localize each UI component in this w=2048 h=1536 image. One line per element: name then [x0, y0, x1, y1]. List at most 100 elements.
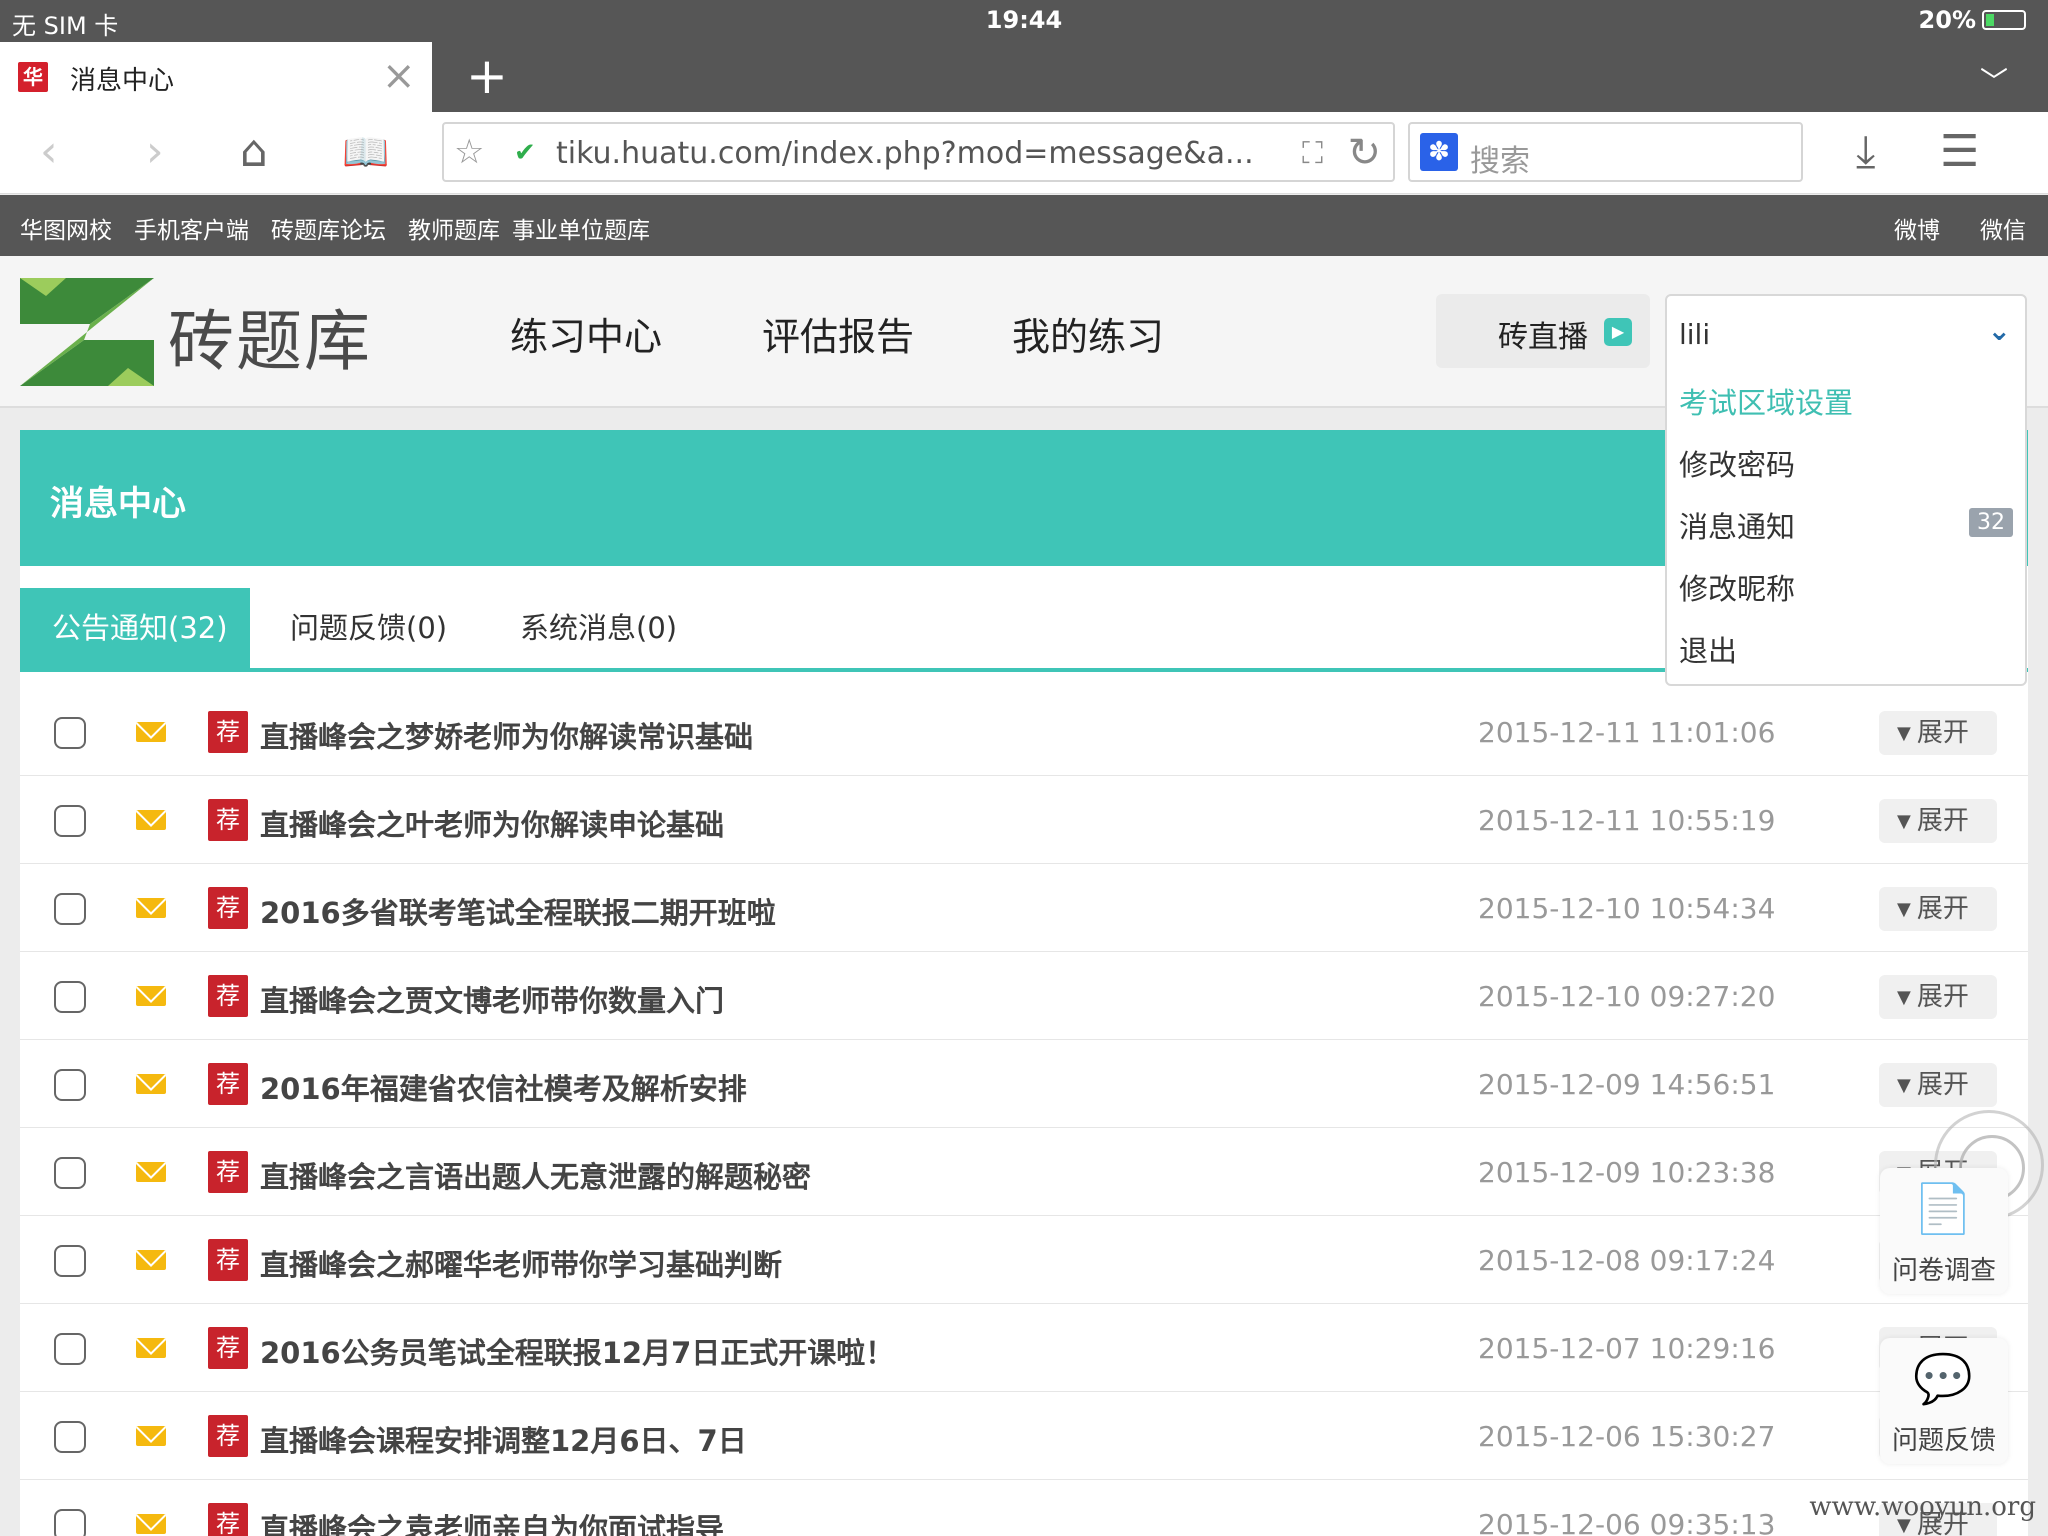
list-item[interactable]: 荐 直播峰会之叶老师为你解读申论基础 2015-12-11 10:55:19 ▼…: [20, 776, 2028, 864]
menu-logout[interactable]: 退出: [1679, 628, 1737, 670]
home-icon[interactable]: ⌂: [240, 126, 268, 178]
message-title[interactable]: 直播峰会之贾文博老师带你数量入门: [260, 978, 724, 1020]
tab-system[interactable]: 系统消息(0): [520, 588, 677, 668]
weibo-link[interactable]: 微博: [1894, 211, 1940, 245]
mail-icon: [136, 1162, 166, 1182]
message-title[interactable]: 直播峰会之袁老师亲自为你面试指导: [260, 1506, 724, 1536]
favorite-star-icon[interactable]: ☆: [454, 132, 484, 172]
forward-icon[interactable]: ›: [146, 126, 164, 178]
mail-icon: [136, 1250, 166, 1270]
menu-change-nickname[interactable]: 修改昵称: [1679, 566, 1795, 608]
user-dropdown[interactable]: lili ⌄ 考试区域设置 修改密码 消息通知 32 修改昵称 退出: [1665, 294, 2027, 686]
feedback-widget[interactable]: 💬 问题反馈: [1880, 1338, 2008, 1464]
mail-icon: [136, 1338, 166, 1358]
reload-icon[interactable]: ↻: [1347, 130, 1381, 176]
message-title[interactable]: 直播峰会课程安排调整12月6日、7日: [260, 1418, 747, 1460]
nav-link-forum[interactable]: 砖题库论坛: [271, 211, 386, 245]
tab-title: 消息中心: [70, 66, 175, 96]
row-checkbox[interactable]: [54, 805, 86, 837]
feedback-label: 问题反馈: [1891, 1426, 1996, 1456]
recommend-tag-icon: 荐: [208, 1239, 248, 1281]
row-checkbox[interactable]: [54, 717, 86, 749]
message-title[interactable]: 直播峰会之言语出题人无意泄露的解题秘密: [260, 1154, 811, 1196]
message-title[interactable]: 2016多省联考笔试全程联报二期开班啦: [260, 890, 776, 932]
message-title[interactable]: 直播峰会之叶老师为你解读申论基础: [260, 802, 724, 844]
list-item[interactable]: 荐 直播峰会之言语出题人无意泄露的解题秘密 2015-12-09 10:23:3…: [20, 1128, 2028, 1216]
row-checkbox[interactable]: [54, 1509, 86, 1536]
chat-bubble-icon: 💬: [1913, 1351, 1973, 1407]
message-title[interactable]: 直播峰会之郝曜华老师带你学习基础判断: [260, 1242, 782, 1284]
row-checkbox[interactable]: [54, 893, 86, 925]
row-checkbox[interactable]: [54, 1421, 86, 1453]
nav-my-practice[interactable]: 我的练习: [1012, 306, 1164, 361]
menu-notifications[interactable]: 消息通知: [1679, 504, 1795, 546]
list-item[interactable]: 荐 直播峰会之袁老师亲自为你面试指导 2015-12-06 09:35:13 ▼…: [20, 1480, 2028, 1536]
expand-button[interactable]: ▼展开: [1879, 887, 1997, 931]
wechat-link[interactable]: 微信: [1980, 211, 2026, 245]
recommend-tag-icon: 荐: [208, 1151, 248, 1193]
list-item[interactable]: 荐 直播峰会之梦娇老师为你解读常识基础 2015-12-11 11:01:06 …: [20, 688, 2028, 776]
row-checkbox[interactable]: [54, 981, 86, 1013]
close-tab-icon[interactable]: ×: [382, 52, 416, 100]
nav-practice-center[interactable]: 练习中心: [510, 306, 662, 361]
list-item[interactable]: 荐 2016多省联考笔试全程联报二期开班啦 2015-12-10 10:54:3…: [20, 864, 2028, 952]
survey-widget[interactable]: 📄 问卷调查: [1880, 1168, 2008, 1294]
nav-assessment-report[interactable]: 评估报告: [762, 306, 914, 361]
message-title[interactable]: 2016公务员笔试全程联报12月7日正式开课啦！: [260, 1330, 894, 1372]
message-date: 2015-12-09 14:56:51: [1478, 1068, 1776, 1101]
nav-link-teacher[interactable]: 教师题库: [408, 211, 500, 245]
recommend-tag-icon: 荐: [208, 887, 248, 929]
nav-link-mobile[interactable]: 手机客户端: [134, 211, 249, 245]
bookmarks-icon[interactable]: 📖: [342, 126, 389, 178]
download-icon[interactable]: ⤓: [1856, 126, 1875, 178]
list-item[interactable]: 荐 直播峰会课程安排调整12月6日、7日 2015-12-06 15:30:27…: [20, 1392, 2028, 1480]
scan-icon[interactable]: ⛶: [1302, 136, 1323, 171]
nav-link-huatu[interactable]: 华图网校: [20, 211, 112, 245]
message-date: 2015-12-07 10:29:16: [1478, 1332, 1776, 1365]
search-box[interactable]: ✽ 搜索: [1408, 122, 1803, 182]
nav-link-institution[interactable]: 事业单位题库: [512, 211, 650, 245]
menu-icon[interactable]: ☰: [1940, 126, 1979, 178]
triangle-down-icon: ▼: [1897, 1075, 1911, 1096]
tab-list-chevron-icon[interactable]: ﹀: [1980, 60, 2008, 100]
list-item[interactable]: 荐 2016公务员笔试全程联报12月7日正式开课啦！ 2015-12-07 10…: [20, 1304, 2028, 1392]
tab-feedback[interactable]: 问题反馈(0): [290, 588, 447, 668]
recommend-tag-icon: 荐: [208, 799, 248, 841]
list-item[interactable]: 荐 直播峰会之郝曜华老师带你学习基础判断 2015-12-08 09:17:24…: [20, 1216, 2028, 1304]
battery-status: 20%: [1919, 6, 2026, 34]
live-button[interactable]: 砖直播 ▶: [1436, 294, 1650, 368]
list-item[interactable]: 荐 2016年福建省农信社模考及解析安排 2015-12-09 14:56:51…: [20, 1040, 2028, 1128]
message-title[interactable]: 直播峰会之梦娇老师为你解读常识基础: [260, 714, 753, 756]
expand-button[interactable]: ▼展开: [1879, 711, 1997, 755]
browser-tab[interactable]: 华 消息中心 ×: [0, 42, 432, 112]
row-checkbox[interactable]: [54, 1333, 86, 1365]
mail-icon: [136, 1514, 166, 1534]
address-bar[interactable]: ☆ ✔ tiku.huatu.com/index.php?mod=message…: [442, 122, 1395, 182]
watermark: www.wooyun.org: [1809, 1492, 2036, 1522]
menu-exam-region[interactable]: 考试区域设置: [1679, 380, 1853, 422]
row-checkbox[interactable]: [54, 1245, 86, 1277]
url-text[interactable]: tiku.huatu.com/index.php?mod=message&a..…: [556, 136, 1256, 171]
chevron-down-icon[interactable]: ⌄: [1988, 314, 2011, 347]
username[interactable]: lili: [1679, 318, 1710, 351]
logo-text[interactable]: 砖题库: [168, 288, 372, 384]
row-checkbox[interactable]: [54, 1157, 86, 1189]
message-date: 2015-12-06 15:30:27: [1478, 1420, 1776, 1453]
baidu-paw-icon[interactable]: ✽: [1420, 133, 1458, 171]
menu-change-password[interactable]: 修改密码: [1679, 442, 1795, 484]
new-tab-icon[interactable]: +: [466, 48, 508, 104]
browser-tab-bar: 华 消息中心 × + ﹀: [0, 42, 2048, 112]
recommend-tag-icon: 荐: [208, 1415, 248, 1457]
logo-icon[interactable]: [20, 278, 154, 386]
recommend-tag-icon: 荐: [208, 711, 248, 753]
expand-button[interactable]: ▼展开: [1879, 1063, 1997, 1107]
message-title[interactable]: 2016年福建省农信社模考及解析安排: [260, 1066, 747, 1108]
tab-announcements[interactable]: 公告通知(32): [20, 588, 250, 668]
expand-button[interactable]: ▼展开: [1879, 975, 1997, 1019]
search-placeholder: 搜索: [1470, 144, 1530, 179]
message-date: 2015-12-10 09:27:20: [1478, 980, 1776, 1013]
row-checkbox[interactable]: [54, 1069, 86, 1101]
expand-button[interactable]: ▼展开: [1879, 799, 1997, 843]
back-icon[interactable]: ‹: [40, 126, 58, 178]
list-item[interactable]: 荐 直播峰会之贾文博老师带你数量入门 2015-12-10 09:27:20 ▼…: [20, 952, 2028, 1040]
